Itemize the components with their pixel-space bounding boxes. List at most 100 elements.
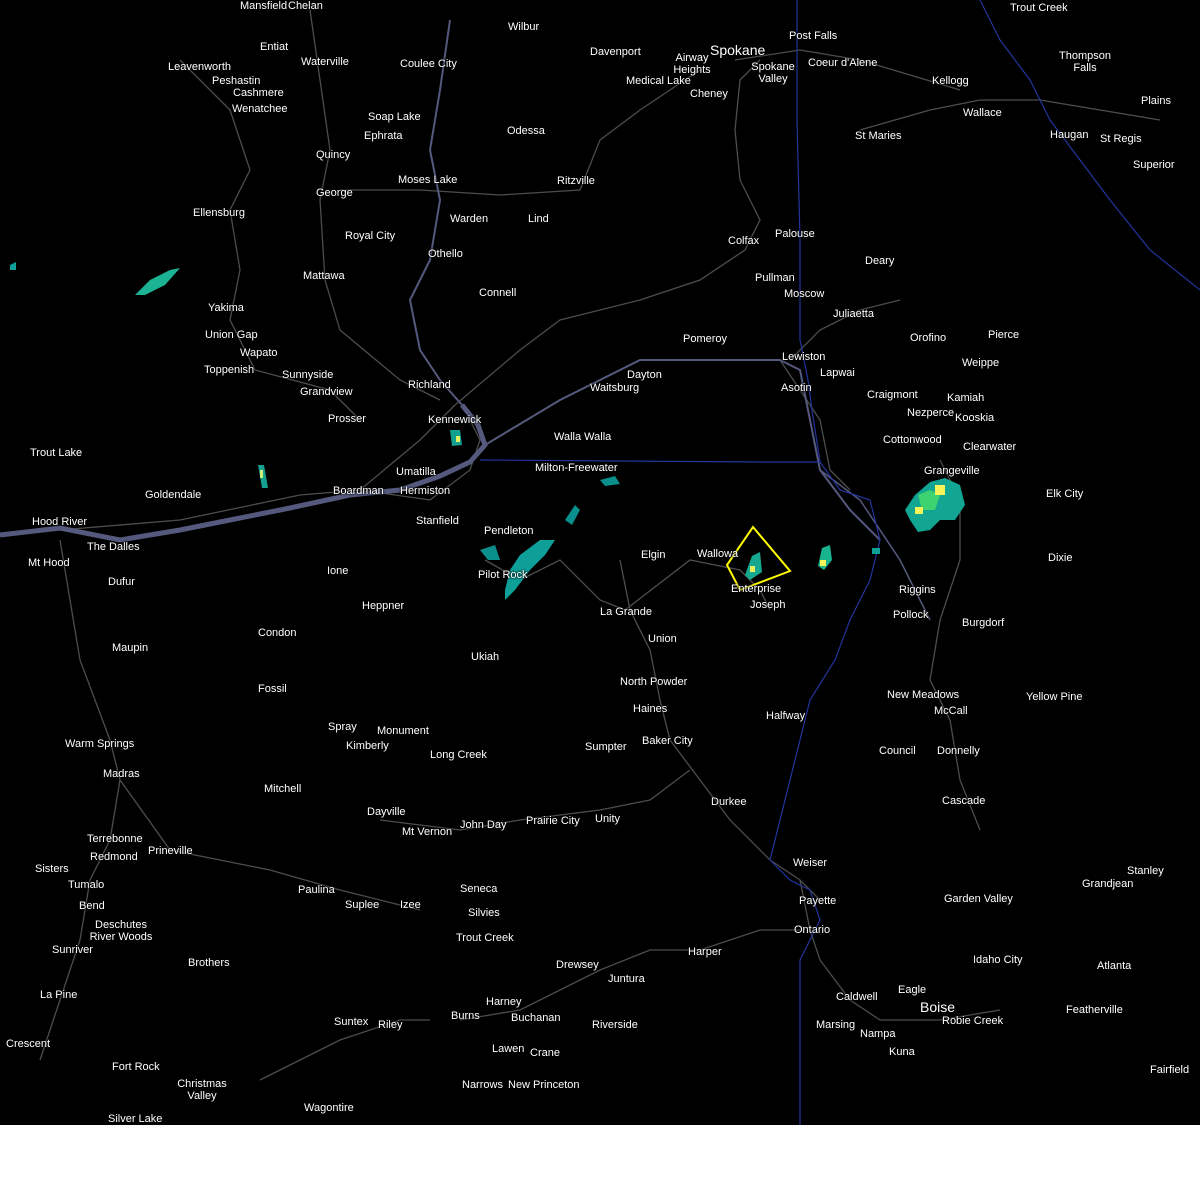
place-label: Pollock bbox=[893, 609, 929, 621]
place-label: Suntex bbox=[334, 1016, 369, 1028]
place-label: Trout Lake bbox=[30, 447, 83, 459]
place-label: Stanfield bbox=[416, 515, 459, 527]
place-label: Riley bbox=[378, 1019, 403, 1031]
place-label: Redmond bbox=[90, 851, 138, 863]
place-label: Connell bbox=[479, 287, 517, 299]
place-label: Mitchell bbox=[264, 783, 302, 795]
place-label: Lind bbox=[528, 213, 549, 225]
place-label: Ritzville bbox=[557, 175, 595, 187]
place-label: Toppenish bbox=[204, 364, 255, 376]
place-label: Idaho City bbox=[973, 954, 1023, 966]
place-label: Lewiston bbox=[782, 351, 826, 363]
place-label: Cashmere bbox=[233, 87, 284, 99]
place-label: Cascade bbox=[942, 795, 986, 807]
place-label: Pullman bbox=[755, 272, 795, 284]
place-label: Craigmont bbox=[867, 389, 918, 401]
place-label: Brothers bbox=[188, 957, 230, 969]
place-label: Pilot Rock bbox=[478, 569, 528, 581]
place-label: Peshastin bbox=[212, 75, 261, 87]
place-label: Buchanan bbox=[511, 1012, 561, 1024]
place-label: Heppner bbox=[362, 600, 405, 612]
place-label: Mt Vernon bbox=[402, 826, 453, 838]
place-label: Riggins bbox=[899, 584, 936, 596]
place-label: Goldendale bbox=[145, 489, 202, 501]
place-label: Asotin bbox=[781, 382, 812, 394]
place-label: Post Falls bbox=[789, 30, 838, 42]
place-label: St Maries bbox=[855, 130, 902, 142]
place-label: Eagle bbox=[898, 984, 927, 996]
place-label: Bend bbox=[79, 900, 105, 912]
place-label: Haines bbox=[633, 703, 668, 715]
place-label: Kuna bbox=[889, 1046, 915, 1058]
place-label: Richland bbox=[408, 379, 451, 391]
place-label: Durkee bbox=[711, 796, 747, 808]
place-label: Haugan bbox=[1050, 129, 1089, 141]
place-label: Halfway bbox=[766, 710, 806, 722]
place-label: Leavenworth bbox=[168, 61, 231, 73]
place-label: Riverside bbox=[592, 1019, 638, 1031]
place-label: Seneca bbox=[460, 883, 498, 895]
place-label: John Day bbox=[460, 819, 507, 831]
place-label: Cheney bbox=[690, 88, 728, 100]
place-label: Crescent bbox=[6, 1038, 51, 1050]
place-label: Harney bbox=[486, 996, 522, 1008]
place-label: Sunriver bbox=[52, 944, 93, 956]
place-label: Union bbox=[648, 633, 677, 645]
place-label: Kamiah bbox=[947, 392, 985, 404]
place-label: Ione bbox=[327, 565, 349, 577]
place-label: Christmas Valley bbox=[177, 1078, 227, 1102]
place-label: Nampa bbox=[860, 1028, 896, 1040]
place-label: The Dalles bbox=[87, 541, 140, 553]
place-label: Odessa bbox=[507, 125, 545, 137]
place-label: Milton-Freewater bbox=[535, 462, 618, 474]
place-label: Cottonwood bbox=[883, 434, 942, 446]
place-label: Mt Hood bbox=[28, 557, 70, 569]
place-label: La Pine bbox=[40, 989, 78, 1001]
place-label: Trout Creek bbox=[456, 932, 514, 944]
place-label: Waitsburg bbox=[590, 382, 640, 394]
place-label: Elgin bbox=[641, 549, 666, 561]
place-label: Othello bbox=[428, 248, 463, 260]
place-label: Monument bbox=[377, 725, 429, 737]
place-label: Kennewick bbox=[428, 414, 482, 426]
place-label: Lawen bbox=[492, 1043, 525, 1055]
place-label: Entiat bbox=[260, 41, 289, 53]
place-label: Prairie City bbox=[526, 815, 580, 827]
place-label: Spokane Valley bbox=[751, 61, 795, 85]
place-label: Boise bbox=[920, 999, 956, 1015]
place-label: Paulina bbox=[298, 884, 335, 896]
place-label: Dufur bbox=[108, 576, 135, 588]
place-label: Coeur d'Alene bbox=[808, 57, 878, 69]
place-label: Hermiston bbox=[400, 485, 451, 497]
place-label: La Grande bbox=[600, 606, 652, 618]
place-label: Long Creek bbox=[430, 749, 487, 761]
place-label: Wagontire bbox=[304, 1102, 354, 1114]
place-label: St Regis bbox=[1100, 133, 1142, 145]
place-label: Stanley bbox=[1127, 865, 1164, 877]
place-label: Wenatchee bbox=[232, 103, 288, 115]
place-label: Sumpter bbox=[585, 741, 627, 753]
place-label: Sisters bbox=[35, 863, 69, 875]
place-label: Warden bbox=[450, 213, 489, 225]
place-label: Dayton bbox=[627, 369, 662, 381]
place-label: Izee bbox=[400, 899, 421, 911]
place-label: Burns bbox=[451, 1010, 480, 1022]
place-label: Trout Creek bbox=[1010, 2, 1068, 14]
place-label: Grangeville bbox=[924, 465, 980, 477]
place-label: Palouse bbox=[775, 228, 815, 240]
place-label: Deary bbox=[865, 255, 895, 267]
place-label: Nezperce bbox=[907, 407, 955, 419]
place-label: Enterprise bbox=[731, 583, 782, 595]
place-label: Yakima bbox=[208, 302, 244, 314]
place-label: Yellow Pine bbox=[1026, 691, 1083, 703]
place-label: Weiser bbox=[793, 857, 828, 869]
place-label: Waterville bbox=[301, 56, 349, 68]
place-label: Airway Heights bbox=[673, 52, 711, 76]
radar-map[interactable]: Mansfield Chelan Wilbur Trout Creek Spokane P… bbox=[0, 0, 1200, 1125]
place-label: Union Gap bbox=[205, 329, 258, 341]
place-label: Baker City bbox=[642, 735, 693, 747]
place-label: Wallowa bbox=[697, 548, 739, 560]
place-label: Mansfield bbox=[240, 0, 288, 12]
place-label: Prosser bbox=[328, 413, 366, 425]
place-label: Fossil bbox=[258, 683, 287, 695]
